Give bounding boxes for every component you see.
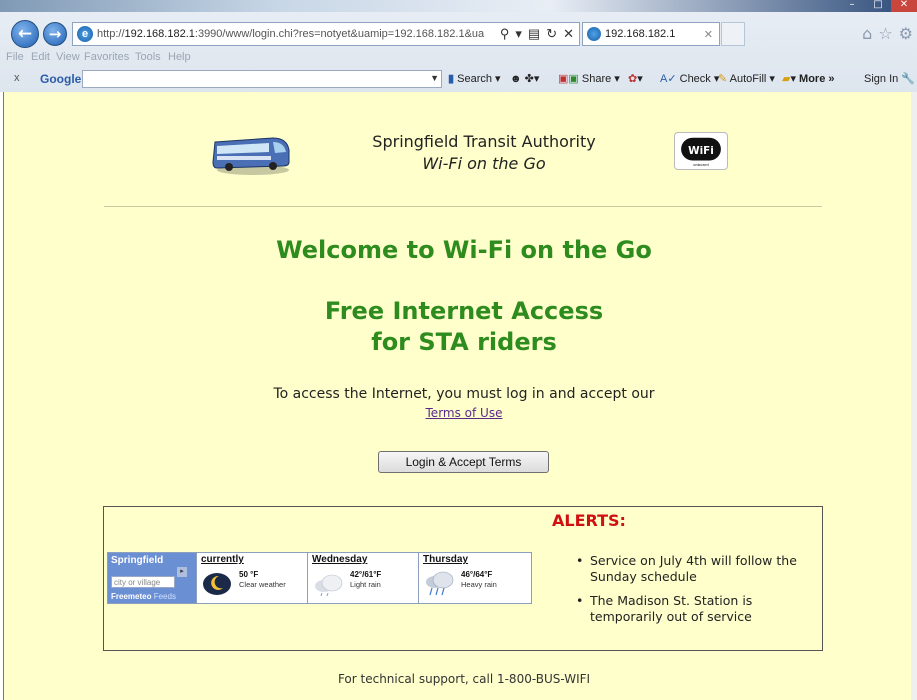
wifi-logo-icon: WiFi onboard xyxy=(674,132,728,170)
toolbar-icons[interactable]: ☻ ✤▾ xyxy=(510,72,539,85)
google-search-input[interactable]: ▼ xyxy=(82,70,442,88)
free-line-2: for STA riders xyxy=(371,328,557,356)
tagline: Wi-Fi on the Go xyxy=(422,154,546,173)
dropdown-icon[interactable]: ▾ xyxy=(515,26,522,42)
new-tab-button[interactable] xyxy=(721,22,745,46)
maximize-button[interactable]: □ xyxy=(865,0,891,12)
weather-day-name: currently xyxy=(201,554,244,565)
search-icon[interactable]: ⚲ xyxy=(500,26,510,42)
toolbar-signin-button[interactable]: Sign In 🔧 xyxy=(864,72,915,85)
menu-edit[interactable]: Edit xyxy=(31,51,50,63)
tab-close-icon[interactable]: ✕ xyxy=(704,28,713,41)
forward-button[interactable]: → xyxy=(43,22,67,46)
weather-day-name: Thursday xyxy=(423,554,469,565)
bus-icon xyxy=(212,137,290,175)
vertical-scrollbar[interactable] xyxy=(911,92,917,700)
browser-chrome: – □ ✕ ← → e http://192.168.182.1:3990/ww… xyxy=(0,0,917,92)
weather-day-name: Wednesday xyxy=(312,554,368,565)
compat-view-icon[interactable]: ▤ xyxy=(528,26,540,42)
title-bar xyxy=(0,0,917,12)
toolbar-search-button[interactable]: ▮ Search ▾ xyxy=(448,72,501,85)
toolbar-check-button[interactable]: A✓ Check ▾ xyxy=(660,72,719,85)
arrow-right-icon: → xyxy=(48,25,62,43)
tab-active[interactable]: 192.168.182.1 ✕ xyxy=(582,22,720,46)
alerts-panel: Springfield city or village▸ Freemeteo F… xyxy=(103,506,823,651)
weather-city-name[interactable]: Springfield xyxy=(111,555,193,566)
weather-temp: 50 °F xyxy=(239,570,259,579)
favorites-star-icon[interactable]: ☆ xyxy=(878,24,892,43)
stop-icon[interactable]: ✕ xyxy=(563,26,574,42)
weather-city-panel: Springfield city or village▸ Freemeteo F… xyxy=(108,553,196,603)
weather-temp: 46°/64°F xyxy=(461,570,493,579)
menu-help[interactable]: Help xyxy=(168,51,191,63)
alerts-list: Service on July 4th will follow the Sund… xyxy=(574,553,814,633)
weather-condition: Clear weather xyxy=(239,580,286,589)
svg-text:WiFi: WiFi xyxy=(688,145,714,157)
free-access-heading: Free Internet Access for STA riders xyxy=(164,296,764,358)
spellcheck-icon: A✓ xyxy=(660,73,677,85)
menu-file[interactable]: File xyxy=(6,51,24,63)
header-brand: Springfield Transit Authority Wi-Fi on t… xyxy=(334,132,634,173)
weather-temp: 42°/61°F xyxy=(350,570,382,579)
home-icon[interactable]: ⌂ xyxy=(862,24,872,43)
free-line-1: Free Internet Access xyxy=(324,297,604,325)
terms-of-use-link[interactable]: Terms of Use xyxy=(426,406,503,420)
ie-page-icon: e xyxy=(77,26,93,42)
weather-condition: Light rain xyxy=(350,580,381,589)
weather-day-thursday[interactable]: Thursday 46°/64°F Heavy rain xyxy=(418,553,529,603)
pencil-icon: ✎ xyxy=(718,73,728,85)
menu-favorites[interactable]: Favorites xyxy=(84,51,129,63)
menu-bar: File Edit View Favorites Tools Help xyxy=(0,50,917,66)
weather-day-wednesday[interactable]: Wednesday 42°/61°F Light rain xyxy=(307,553,418,603)
weather-condition: Heavy rain xyxy=(461,580,497,589)
weather-widget: Springfield city or village▸ Freemeteo F… xyxy=(107,552,532,604)
folder-icon: ▰ xyxy=(782,73,791,85)
google-toolbar: x Google ▼ ▮ Search ▾ ☻ ✤▾ ▣▣ Share ▾ ✿▾… xyxy=(0,67,917,91)
org-name: Springfield Transit Authority xyxy=(372,132,596,151)
toolbar-extra-button[interactable]: ✿▾ xyxy=(628,72,643,85)
tab-title: 192.168.182.1 xyxy=(605,28,676,40)
chevron-down-icon[interactable]: ▼ xyxy=(430,73,439,83)
access-instructions: To access the Internet, you must log in … xyxy=(273,386,655,402)
close-window-button[interactable]: ✕ xyxy=(891,0,917,12)
login-accept-button[interactable]: Login & Accept Terms xyxy=(378,451,549,473)
wrench-icon: 🔧 xyxy=(901,73,916,85)
city-search-go-button[interactable]: ▸ xyxy=(177,567,187,577)
moon-icon xyxy=(203,573,231,595)
close-toolbar-icon[interactable]: x xyxy=(14,72,20,84)
support-text: For technical support, call 1-800-BUS-WI… xyxy=(337,672,591,686)
toolbar-more-button[interactable]: ▰▾ More » xyxy=(782,72,835,85)
divider xyxy=(104,206,822,207)
toolbar-share-button[interactable]: ▣▣ Share ▾ xyxy=(558,72,620,85)
weather-day-current[interactable]: currently 50 °F Clear weather xyxy=(196,553,307,603)
rain-cloud-icon xyxy=(426,571,454,596)
svg-text:onboard: onboard xyxy=(693,162,709,167)
terms-container: Terms of Use xyxy=(164,406,764,420)
window-controls: – □ ✕ xyxy=(839,0,917,12)
alerts-title: ALERTS: xyxy=(552,511,626,530)
alert-item: The Madison St. Station is temporarily o… xyxy=(574,593,814,625)
address-host: 192.168.182.1 xyxy=(124,28,195,40)
alert-item: Service on July 4th will follow the Sund… xyxy=(574,553,814,585)
toolbar-autofill-button[interactable]: ✎ AutoFill ▾ xyxy=(718,72,775,85)
cloud-icon xyxy=(315,574,343,596)
google-logo: Google xyxy=(40,72,82,86)
tab-ie-icon xyxy=(587,27,601,41)
weather-brand[interactable]: Freemeteo Feeds xyxy=(111,592,176,601)
city-search-input[interactable]: city or village xyxy=(111,576,175,588)
menu-view[interactable]: View xyxy=(56,51,80,63)
minimize-button[interactable]: – xyxy=(839,0,865,12)
welcome-heading: Welcome to Wi-Fi on the Go xyxy=(276,236,652,264)
menu-tools[interactable]: Tools xyxy=(135,51,161,63)
gear-icon[interactable]: ⚙ xyxy=(899,24,913,43)
address-bar[interactable]: e http://192.168.182.1:3990/www/login.ch… xyxy=(72,22,580,46)
google-g-icon: ▮ xyxy=(448,73,455,85)
refresh-icon[interactable]: ↻ xyxy=(546,26,557,42)
back-button[interactable]: ← xyxy=(11,20,39,48)
page-content: Springfield Transit Authority Wi-Fi on t… xyxy=(3,92,915,700)
arrow-left-icon: ← xyxy=(17,24,33,44)
navigation-bar: ← → e http://192.168.182.1:3990/www/logi… xyxy=(0,18,917,48)
address-url[interactable]: http://192.168.182.1:3990/www/login.chi?… xyxy=(97,28,500,40)
